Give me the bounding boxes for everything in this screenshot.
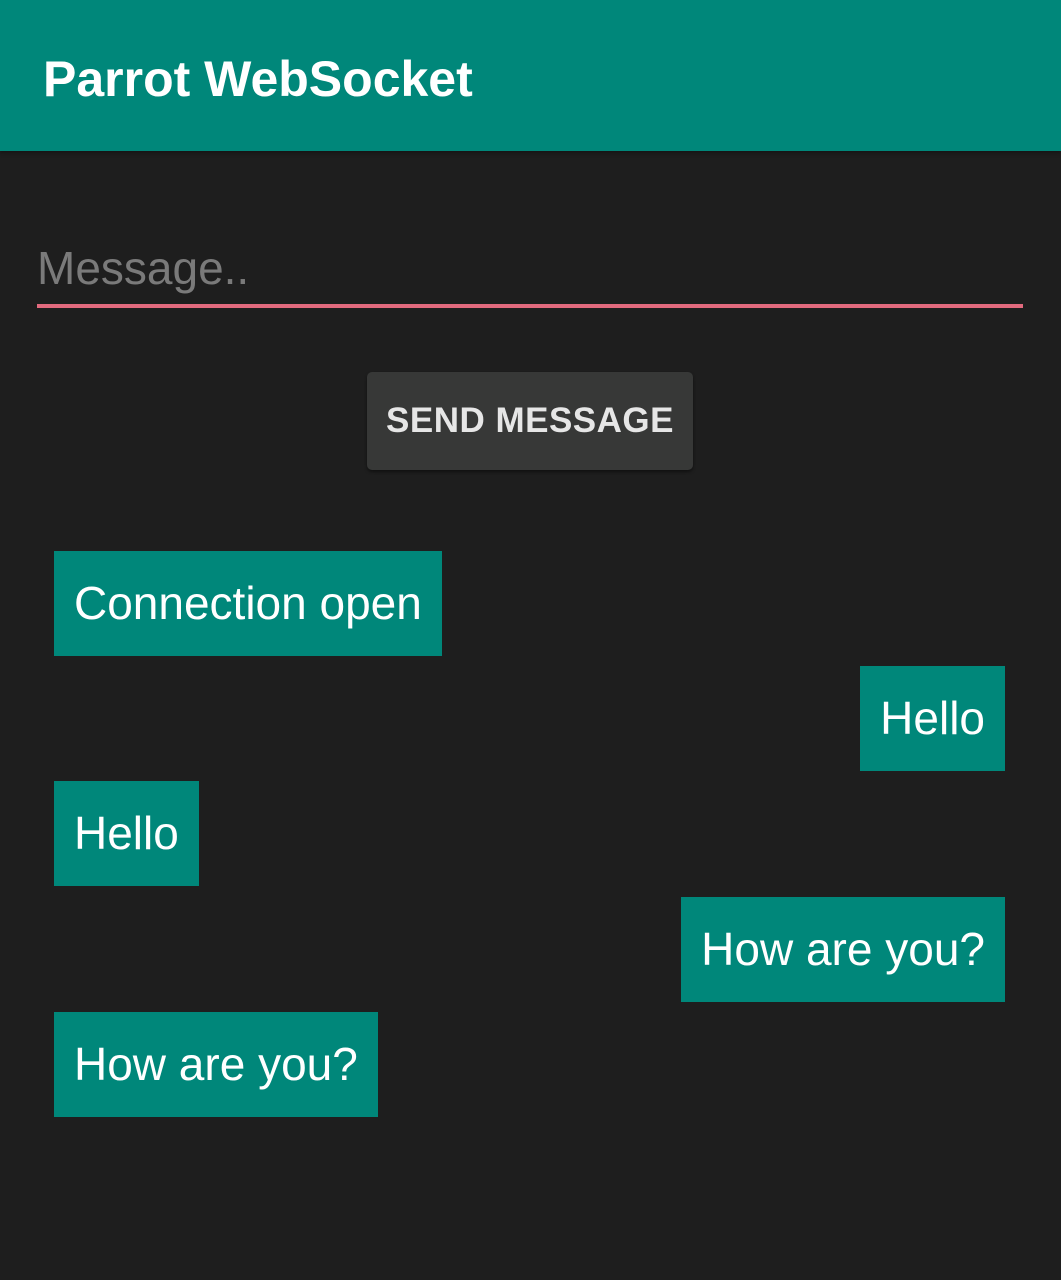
message-bubble-sent: How are you? — [681, 897, 1005, 1002]
message-bubble-received: How are you? — [54, 1012, 378, 1117]
app-title: Parrot WebSocket — [43, 51, 473, 107]
message-input[interactable] — [37, 232, 1023, 308]
send-message-button[interactable]: SEND MESSAGE — [367, 372, 693, 470]
message-bubble-received: Hello — [54, 781, 199, 886]
message-bubble-received: Connection open — [54, 551, 442, 656]
message-bubble-sent: Hello — [860, 666, 1005, 771]
app-bar: Parrot WebSocket — [0, 0, 1061, 151]
